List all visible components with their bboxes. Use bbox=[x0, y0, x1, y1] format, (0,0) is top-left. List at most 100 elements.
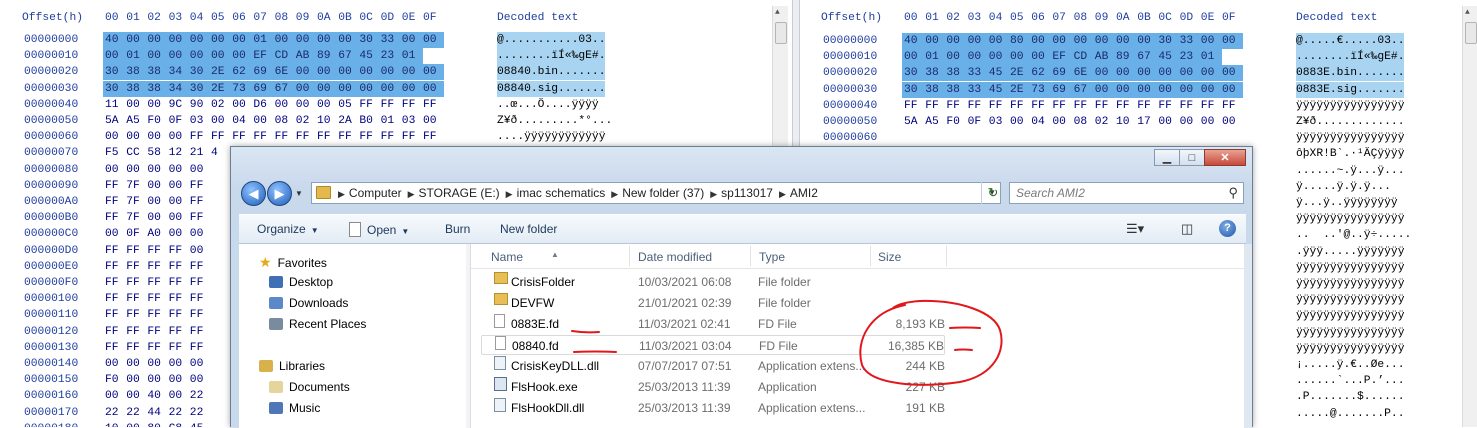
hex-row[interactable]: 00000030 30 38 38 34 30 2E 73 69 67 00 00 00 00 00 00 00… bbox=[0, 80, 770, 97]
file-row[interactable]: FlsHookDll.dll 25/03/2013 11:39 Applicatio… bbox=[481, 398, 945, 418]
column-header: 05 bbox=[1010, 12, 1024, 24]
hex-byte: EF bbox=[251, 48, 275, 65]
hex-byte: 00 bbox=[168, 131, 183, 144]
row-offset: 000000A0 bbox=[24, 196, 79, 208]
hex-row[interactable]: 00000010 00 01 00 00 00 00 00 EF CD AB 89 67 45 23 01..… bbox=[0, 48, 770, 65]
column-size[interactable]: Size bbox=[878, 250, 901, 264]
nav-label: Favorites bbox=[277, 256, 327, 270]
scroll-up-icon[interactable]: ▲ bbox=[775, 8, 780, 17]
hex-byte: 6E bbox=[1071, 65, 1095, 82]
decoded-text: ÿÿÿÿÿÿÿÿÿÿÿÿÿÿÿÿ bbox=[1296, 294, 1405, 307]
hex-byte: FF bbox=[189, 309, 204, 322]
column-header: 0C bbox=[1158, 12, 1172, 24]
breadcrumb-item[interactable]: Computer bbox=[349, 186, 402, 200]
column-divider[interactable] bbox=[629, 246, 630, 266]
column-type[interactable]: Type bbox=[759, 250, 785, 264]
hex-byte: FF bbox=[274, 131, 289, 144]
refresh-button[interactable]: ↻ bbox=[981, 182, 1004, 204]
maximize-button[interactable]: □ bbox=[1179, 149, 1205, 166]
hex-byte: FF bbox=[359, 98, 373, 111]
back-button[interactable]: ◀ bbox=[241, 181, 266, 206]
column-name[interactable]: Name bbox=[491, 250, 523, 264]
view-options-icon[interactable]: ☰▾ bbox=[1126, 221, 1144, 237]
breadcrumb-item[interactable]: imac schematics bbox=[517, 186, 606, 200]
search-icon[interactable]: ⚲ bbox=[1228, 183, 1238, 203]
hex-row[interactable]: 00000030 30 38 38 33 45 2E 73 69 67 00 00 00 00 00 00 00… bbox=[800, 81, 1460, 98]
explorer-window[interactable]: ▁ □ ✕ ◀ ▶ ▼ ▶ Computer ▶ STORAGE (E:) ▶ imac … bbox=[230, 146, 1253, 428]
hex-row[interactable]: 00000020 30 38 38 34 30 2E 62 69 6E 00 00 00 00 00 00 00… bbox=[0, 64, 770, 81]
hex-row[interactable]: 00000040 11 00 00 9C 90 02 00 D6 00 00 00 05 FF FF FF FF… bbox=[0, 97, 770, 113]
nav-scrollbar[interactable] bbox=[466, 244, 470, 428]
nav-documents[interactable]: Documents bbox=[269, 378, 350, 396]
hex-row[interactable]: 00000040 FF FF FF FF FF FF FF FF FF FF FF FF FF FF FF FF… bbox=[800, 98, 1460, 114]
hex-row[interactable]: 00000060 ÿÿÿÿÿÿÿÿÿÿÿÿÿÿÿÿ bbox=[800, 130, 1460, 146]
offset-header: Offset(h) bbox=[22, 12, 84, 24]
hex-row[interactable]: 00000050 5A A5 F0 0F 03 00 04 00 08 02 10 17 00 00 00 00… bbox=[800, 114, 1460, 130]
file-row[interactable]: 0883E.fd 11/03/2021 02:41 FD File 8,193 KB bbox=[481, 314, 945, 334]
hex-byte: 69 bbox=[251, 64, 275, 81]
column-date-modified[interactable]: Date modified bbox=[638, 250, 712, 264]
burn-button[interactable]: Burn bbox=[445, 222, 470, 236]
file-row[interactable]: CrisisKeyDLL.dll 07/07/2017 07:51 Applicat… bbox=[481, 356, 945, 376]
nav-favorites[interactable]: ★ Favorites bbox=[259, 253, 327, 271]
search-input[interactable]: Search AMI2 ⚲ bbox=[1009, 182, 1244, 204]
nav-libraries[interactable]: Libraries bbox=[259, 357, 325, 375]
breadcrumb-separator-icon[interactable]: ▶ bbox=[338, 189, 345, 199]
scroll-thumb[interactable] bbox=[1465, 22, 1477, 44]
organize-button[interactable]: Organize ▼ bbox=[257, 222, 319, 236]
hex-byte: 30 bbox=[103, 80, 127, 97]
column-divider[interactable] bbox=[750, 246, 751, 266]
nav-downloads[interactable]: Downloads bbox=[269, 294, 348, 312]
breadcrumb-item[interactable]: AMI2 bbox=[790, 186, 818, 200]
open-button[interactable]: Open ▼ bbox=[349, 222, 409, 237]
hex-row[interactable]: 00000060 00 00 00 00 FF FF FF FF FF FF FF FF FF FF FF FF… bbox=[0, 129, 770, 145]
hex-byte: 00 bbox=[1071, 33, 1095, 49]
column-divider[interactable] bbox=[946, 246, 947, 266]
hex-byte: FF bbox=[189, 212, 204, 225]
breadcrumb-separator-icon[interactable]: ▶ bbox=[779, 189, 786, 199]
file-row[interactable]: DEVFW 21/01/2021 02:39 File folder bbox=[481, 293, 945, 313]
nav-recent-places[interactable]: Recent Places bbox=[269, 315, 366, 333]
file-row[interactable]: 08840.fd 11/03/2021 03:04 FD File 16,385 KB bbox=[481, 335, 945, 355]
nav-music[interactable]: Music bbox=[269, 399, 320, 417]
scroll-up-icon[interactable]: ▲ bbox=[1465, 8, 1470, 17]
breadcrumb-separator-icon[interactable]: ▶ bbox=[710, 189, 717, 199]
window-scrollbar[interactable] bbox=[1244, 244, 1252, 428]
hex-row[interactable]: 00000000 40 00 00 00 00 00 00 01 00 00 00 00 30 33 00 00… bbox=[0, 32, 770, 48]
nav-desktop[interactable]: Desktop bbox=[269, 273, 333, 291]
breadcrumb-separator-icon[interactable]: ▶ bbox=[611, 189, 618, 199]
file-list[interactable]: Name ▲ Date modified Type Size CrisisFol… bbox=[471, 244, 1246, 428]
address-bar[interactable]: ▶ Computer ▶ STORAGE (E:) ▶ imac schematics ▶ N… bbox=[311, 182, 1001, 204]
hex-row[interactable]: 00000000 40 00 00 00 00 80 00 00 00 00 00 00 30 33 00 00… bbox=[800, 33, 1460, 49]
file-row[interactable]: FlsHook.exe 25/03/2013 11:39 Application 22… bbox=[481, 377, 945, 397]
hex-byte: 00 bbox=[1029, 49, 1053, 66]
hex-byte: 00 bbox=[168, 196, 183, 208]
help-icon[interactable]: ? bbox=[1219, 220, 1236, 237]
recent-pages-dropdown-icon[interactable]: ▼ bbox=[295, 189, 303, 198]
preview-pane-icon[interactable]: ◫ bbox=[1181, 221, 1193, 237]
navigation-pane[interactable]: ★ Favorites Desktop Downloads Recent Plac… bbox=[239, 244, 471, 428]
decoded-text: 08840.sig....... bbox=[497, 80, 606, 97]
hex-byte: 00 bbox=[923, 33, 947, 49]
breadcrumb-separator-icon[interactable]: ▶ bbox=[408, 189, 415, 199]
breadcrumb-item[interactable]: sp113017 bbox=[721, 186, 773, 200]
file-row[interactable]: CrisisFolder 10/03/2021 06:08 File folder bbox=[481, 272, 945, 292]
forward-button[interactable]: ▶ bbox=[267, 181, 292, 206]
scroll-thumb[interactable] bbox=[775, 22, 787, 44]
vertical-scrollbar[interactable]: ▲ bbox=[1462, 6, 1477, 427]
hex-row[interactable]: 00000010 00 01 00 00 00 00 00 EF CD AB 89 67 45 23 01..… bbox=[800, 49, 1460, 66]
breadcrumb-item[interactable]: STORAGE (E:) bbox=[419, 186, 500, 200]
new-folder-button[interactable]: New folder bbox=[500, 222, 557, 236]
hex-byte: 00 bbox=[1029, 33, 1053, 49]
row-offset: 00000090 bbox=[24, 179, 79, 192]
hex-row[interactable]: 00000050 5A A5 F0 0F 03 00 04 00 08 02 10 2A B0 01 03 00… bbox=[0, 113, 770, 129]
minimize-button[interactable]: ▁ bbox=[1154, 149, 1180, 166]
hex-row[interactable]: 00000020 30 38 38 33 45 2E 62 69 6E 00 00 00 00 00 00 00… bbox=[800, 65, 1460, 82]
column-header: 05 bbox=[211, 12, 225, 24]
breadcrumb-item[interactable]: New folder (37) bbox=[622, 186, 704, 200]
breadcrumb-separator-icon[interactable]: ▶ bbox=[506, 189, 513, 199]
close-button[interactable]: ✕ bbox=[1204, 149, 1246, 166]
column-divider[interactable] bbox=[870, 246, 871, 266]
hex-byte: 00 bbox=[421, 64, 445, 81]
column-header: 01 bbox=[925, 12, 939, 24]
